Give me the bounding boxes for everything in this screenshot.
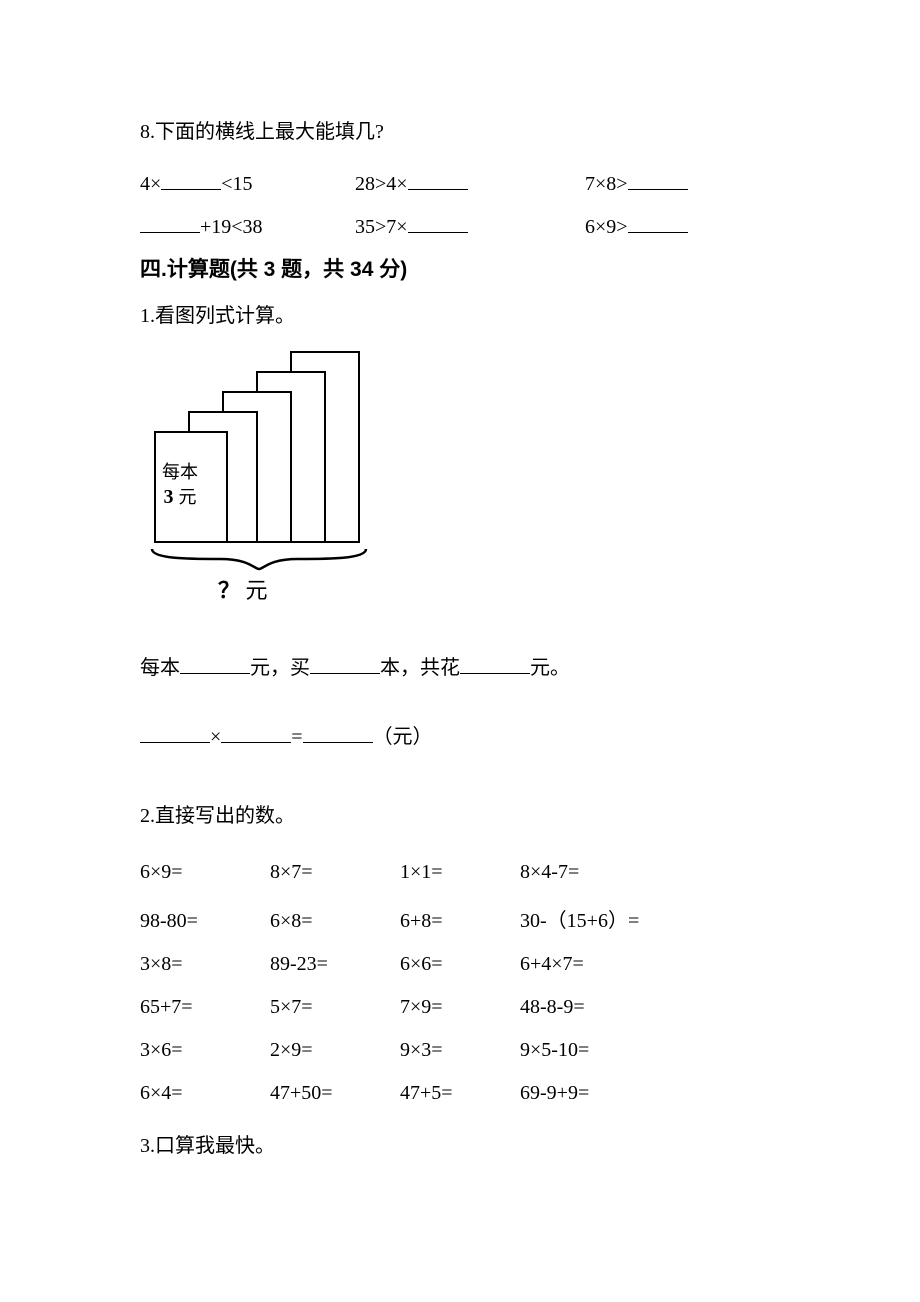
p1-expr-unit: （元）	[373, 726, 433, 748]
q8-r2c3a: 6×9>	[585, 216, 628, 238]
cell: 69-9+9=	[520, 1072, 790, 1115]
blank[interactable]	[303, 720, 373, 743]
section4-heading: 四.计算题(共 3 题，共 34 分)	[140, 253, 790, 283]
cell: 8×7=	[270, 851, 400, 894]
p2-table: 6×9= 8×7= 1×1= 8×4-7= 98-80= 6×8= 6+8= 3…	[140, 851, 790, 1115]
cell: 48-8-9=	[520, 986, 790, 1029]
cell: 6×8=	[270, 894, 400, 943]
p2-title: 2.直接写出的数。	[140, 799, 790, 833]
p3-title: 3.口算我最快。	[140, 1129, 790, 1163]
cell: 6×9=	[140, 851, 270, 894]
p1-fill-a: 每本	[140, 657, 180, 679]
cell: 6+8=	[400, 894, 520, 943]
brace-q: ？	[218, 578, 240, 603]
p1-expr-line: × = （元）	[140, 720, 790, 749]
cell: 3×6=	[140, 1029, 270, 1072]
blank[interactable]	[310, 651, 380, 674]
table-row: 98-80= 6×8= 6+8= 30-（15+6）=	[140, 894, 790, 943]
table-row: 3×8= 89-23= 6×6= 6+4×7=	[140, 943, 790, 986]
books-figure: 每本 3 元 ？ 元	[140, 351, 400, 621]
cell: 6×4=	[140, 1072, 270, 1115]
q8-r1c1a: 4×	[140, 173, 161, 195]
blank[interactable]	[408, 167, 468, 190]
q8-r1c3a: 7×8>	[585, 173, 628, 195]
blank[interactable]	[140, 720, 210, 743]
p1-fill-d: 元。	[530, 657, 570, 679]
cell: 65+7=	[140, 986, 270, 1029]
cell: 7×9=	[400, 986, 520, 1029]
blank[interactable]	[408, 210, 468, 233]
cell: 2×9=	[270, 1029, 400, 1072]
cell: 3×8=	[140, 943, 270, 986]
brace-label: ？ 元	[218, 573, 268, 605]
p1-fill-line: 每本 元，买 本，共花 元。	[140, 651, 790, 680]
blank[interactable]	[221, 720, 291, 743]
cell: 6+4×7=	[520, 943, 790, 986]
p1-fill-c: 本，共花	[380, 657, 460, 679]
cell: 98-80=	[140, 894, 270, 943]
book-label-num: 3	[163, 486, 173, 508]
cell: 9×5-10=	[520, 1029, 790, 1072]
q8-row2: +19<38 35>7× 6×9>	[140, 210, 790, 239]
q8-row1: 4× <15 28>4× 7×8>	[140, 167, 790, 196]
table-row: 3×6= 2×9= 9×3= 9×5-10=	[140, 1029, 790, 1072]
q8-r1c1b: <15	[221, 173, 252, 195]
table-row: 6×4= 47+50= 47+5= 69-9+9=	[140, 1072, 790, 1115]
q8-prompt: 8.下面的横线上最大能填几?	[140, 115, 790, 149]
q8-r2c2a: 35>7×	[355, 216, 408, 238]
blank[interactable]	[628, 210, 688, 233]
cell: 30-（15+6）=	[520, 894, 790, 943]
blank[interactable]	[140, 210, 200, 233]
p1-fill-b: 元，买	[250, 657, 310, 679]
cell: 9×3=	[400, 1029, 520, 1072]
book-label-unit: 元	[173, 487, 196, 507]
cell: 1×1=	[400, 851, 520, 894]
blank[interactable]	[460, 651, 530, 674]
cell: 5×7=	[270, 986, 400, 1029]
blank[interactable]	[161, 167, 221, 190]
q8-r2c1b: +19<38	[200, 216, 263, 238]
p1-title: 1.看图列式计算。	[140, 299, 790, 333]
book-label: 每本 3 元	[162, 461, 198, 510]
p1-expr-mul: ×	[210, 726, 221, 748]
blank[interactable]	[628, 167, 688, 190]
cell: 47+50=	[270, 1072, 400, 1115]
blank[interactable]	[180, 651, 250, 674]
q8-r1c2a: 28>4×	[355, 173, 408, 195]
cell: 8×4-7=	[520, 851, 790, 894]
table-row: 6×9= 8×7= 1×1= 8×4-7=	[140, 851, 790, 894]
brace-icon	[150, 547, 368, 571]
brace-unit: 元	[240, 578, 268, 603]
table-row: 65+7= 5×7= 7×9= 48-8-9=	[140, 986, 790, 1029]
p1-expr-eq: =	[291, 726, 302, 748]
cell: 89-23=	[270, 943, 400, 986]
cell: 6×6=	[400, 943, 520, 986]
cell: 47+5=	[400, 1072, 520, 1115]
book-label-l1: 每本	[162, 462, 198, 482]
